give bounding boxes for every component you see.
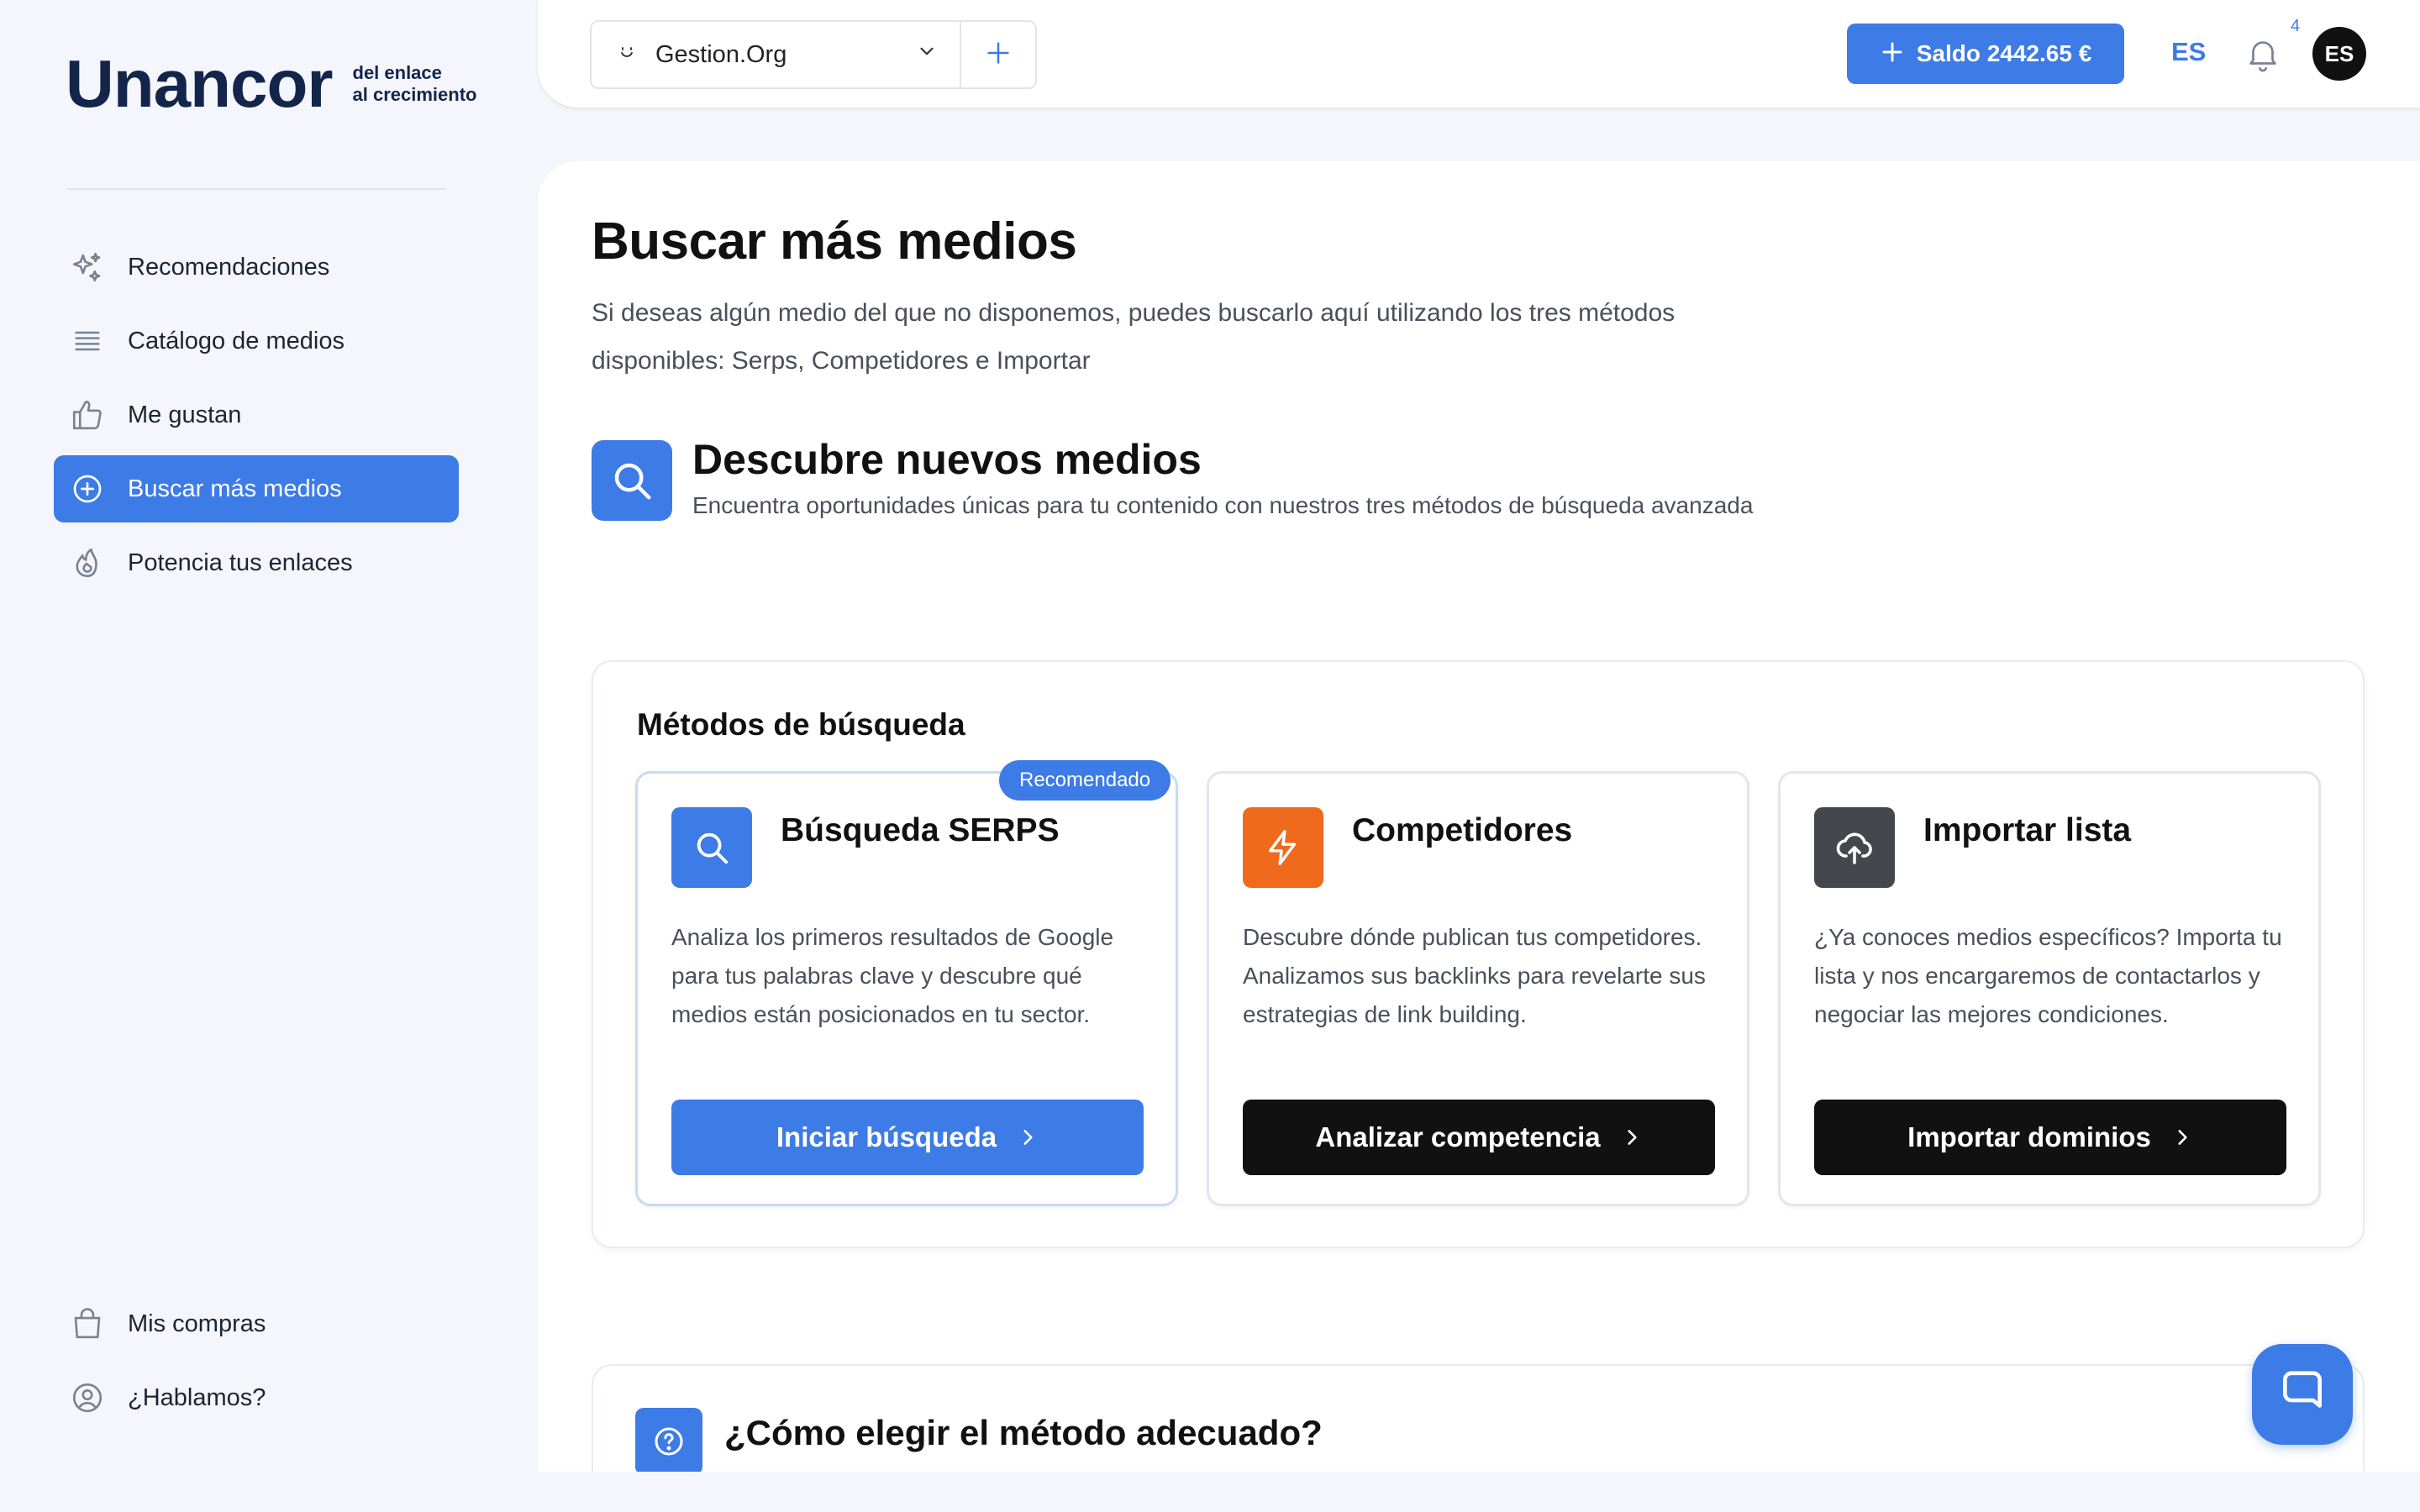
method-title: Importar lista <box>1923 812 2132 848</box>
button-label: Analizar competencia <box>1315 1121 1601 1152</box>
search-icon <box>592 440 672 521</box>
logo-wordmark: Unancor <box>66 46 333 121</box>
organization-dropdown[interactable]: Gestion.Org <box>592 22 960 87</box>
brand-logo[interactable]: Unancor del enlace al crecimiento <box>66 50 476 118</box>
user-avatar[interactable]: ES <box>2312 27 2366 81</box>
method-description: Descubre dónde publican tus competidores… <box>1243 924 1706 1027</box>
user-circle-icon <box>69 1379 106 1416</box>
recommended-badge: Recomendado <box>999 760 1171 801</box>
plus-circle-icon <box>69 470 106 507</box>
how-to-choose-panel: ¿Cómo elegir el método adecuado? <box>592 1364 2365 1472</box>
thumbs-up-icon <box>69 396 106 433</box>
list-icon <box>69 323 106 360</box>
sidebar-item-me-gustan[interactable]: Me gustan <box>54 381 459 449</box>
balance-label: Saldo 2442.65 € <box>1916 40 2092 66</box>
sidebar-item-label: Catálogo de medios <box>128 327 345 354</box>
method-card-competidores: Competidores Descubre dónde publican tus… <box>1207 771 1749 1206</box>
analyze-competition-button[interactable]: Analizar competencia <box>1243 1100 1715 1175</box>
method-card-importar: Importar lista ¿Ya conoces medios especí… <box>1778 771 2321 1206</box>
main-panel: Buscar más medios Si deseas algún medio … <box>538 161 2420 1472</box>
search-methods-panel: Métodos de búsqueda Recomendado Búsqueda… <box>592 660 2365 1248</box>
sidebar-item-buscar-mas-medios[interactable]: Buscar más medios <box>54 455 459 522</box>
lightning-icon <box>1243 807 1323 888</box>
sidebar-item-mis-compras[interactable]: Mis compras <box>54 1290 459 1357</box>
sparkles-icon <box>69 249 106 286</box>
page-description: Si deseas algún medio del que no dispone… <box>592 299 1676 375</box>
method-title: Búsqueda SERPS <box>781 812 1060 848</box>
logo-tagline-line1: del enlace <box>352 62 442 83</box>
cloud-upload-icon <box>1814 807 1895 888</box>
flame-icon <box>69 544 106 581</box>
logo-tagline: del enlace al crecimiento <box>353 62 477 106</box>
sidebar: Unancor del enlace al crecimiento Recome… <box>0 0 538 1512</box>
notifications-bell-icon[interactable] <box>2244 34 2282 74</box>
chevron-down-icon <box>916 40 938 69</box>
import-domains-button[interactable]: Importar dominios <box>1814 1100 2286 1175</box>
method-card-serps: Recomendado Búsqueda SERPS Analiza los p… <box>635 760 1178 1206</box>
sidebar-item-label: ¿Hablamos? <box>128 1383 266 1411</box>
add-balance-button[interactable]: Saldo 2442.65 € <box>1847 24 2124 84</box>
method-title: Competidores <box>1352 812 1573 848</box>
sidebar-bottom-nav: Mis compras ¿Hablamos? <box>54 1290 459 1438</box>
sidebar-item-label: Me gustan <box>128 401 242 428</box>
language-selector[interactable]: ES <box>2171 37 2206 67</box>
sidebar-item-label: Mis compras <box>128 1310 266 1337</box>
search-icon <box>671 807 752 888</box>
sidebar-item-label: Recomendaciones <box>128 253 330 281</box>
sidebar-item-label: Buscar más medios <box>128 475 342 502</box>
organization-icon <box>617 42 640 68</box>
top-bar: Gestion.Org Saldo 2442.65 € ES 4 ES <box>538 0 2420 108</box>
methods-title: Métodos de búsqueda <box>637 707 965 742</box>
chat-bubble-icon <box>2276 1367 2328 1423</box>
organization-selector: Gestion.Org <box>590 20 1037 89</box>
add-organization-button[interactable] <box>960 22 1035 87</box>
method-description: Analiza los primeros resultados de Googl… <box>671 924 1114 1027</box>
organization-name: Gestion.Org <box>655 40 787 68</box>
logo-tagline-line2: al crecimiento <box>352 84 477 105</box>
sidebar-item-hablamos[interactable]: ¿Hablamos? <box>54 1364 459 1431</box>
chevron-right-icon <box>2171 1126 2193 1148</box>
notifications-count: 4 <box>2291 17 2301 35</box>
sidebar-item-label: Potencia tus enlaces <box>128 549 353 576</box>
sidebar-item-potencia[interactable]: Potencia tus enlaces <box>54 529 459 596</box>
sidebar-nav: Recomendaciones Catálogo de medios Me gu… <box>54 234 459 603</box>
chevron-right-icon <box>1621 1126 1643 1148</box>
sidebar-divider <box>67 188 445 190</box>
discover-subtitle: Encuentra oportunidades únicas para tu c… <box>692 492 1754 518</box>
method-description: ¿Ya conoces medios específicos? Importa … <box>1814 924 2282 1027</box>
help-circle-icon <box>635 1408 702 1472</box>
button-label: Importar dominios <box>1907 1121 2151 1152</box>
discover-title: Descubre nuevos medios <box>692 436 1202 483</box>
button-label: Iniciar búsqueda <box>776 1121 997 1152</box>
start-search-button[interactable]: Iniciar búsqueda <box>671 1100 1144 1175</box>
shopping-bag-icon <box>69 1305 106 1342</box>
chat-support-button[interactable] <box>2252 1344 2353 1445</box>
page-title: Buscar más medios <box>592 213 1077 270</box>
plus-icon <box>1880 37 1905 71</box>
sidebar-item-recomendaciones[interactable]: Recomendaciones <box>54 234 459 301</box>
chevron-right-icon <box>1017 1126 1039 1148</box>
plus-icon <box>984 39 1013 71</box>
sidebar-item-catalogo[interactable]: Catálogo de medios <box>54 307 459 375</box>
how-to-choose-title: ¿Cómo elegir el método adecuado? <box>724 1413 1323 1452</box>
